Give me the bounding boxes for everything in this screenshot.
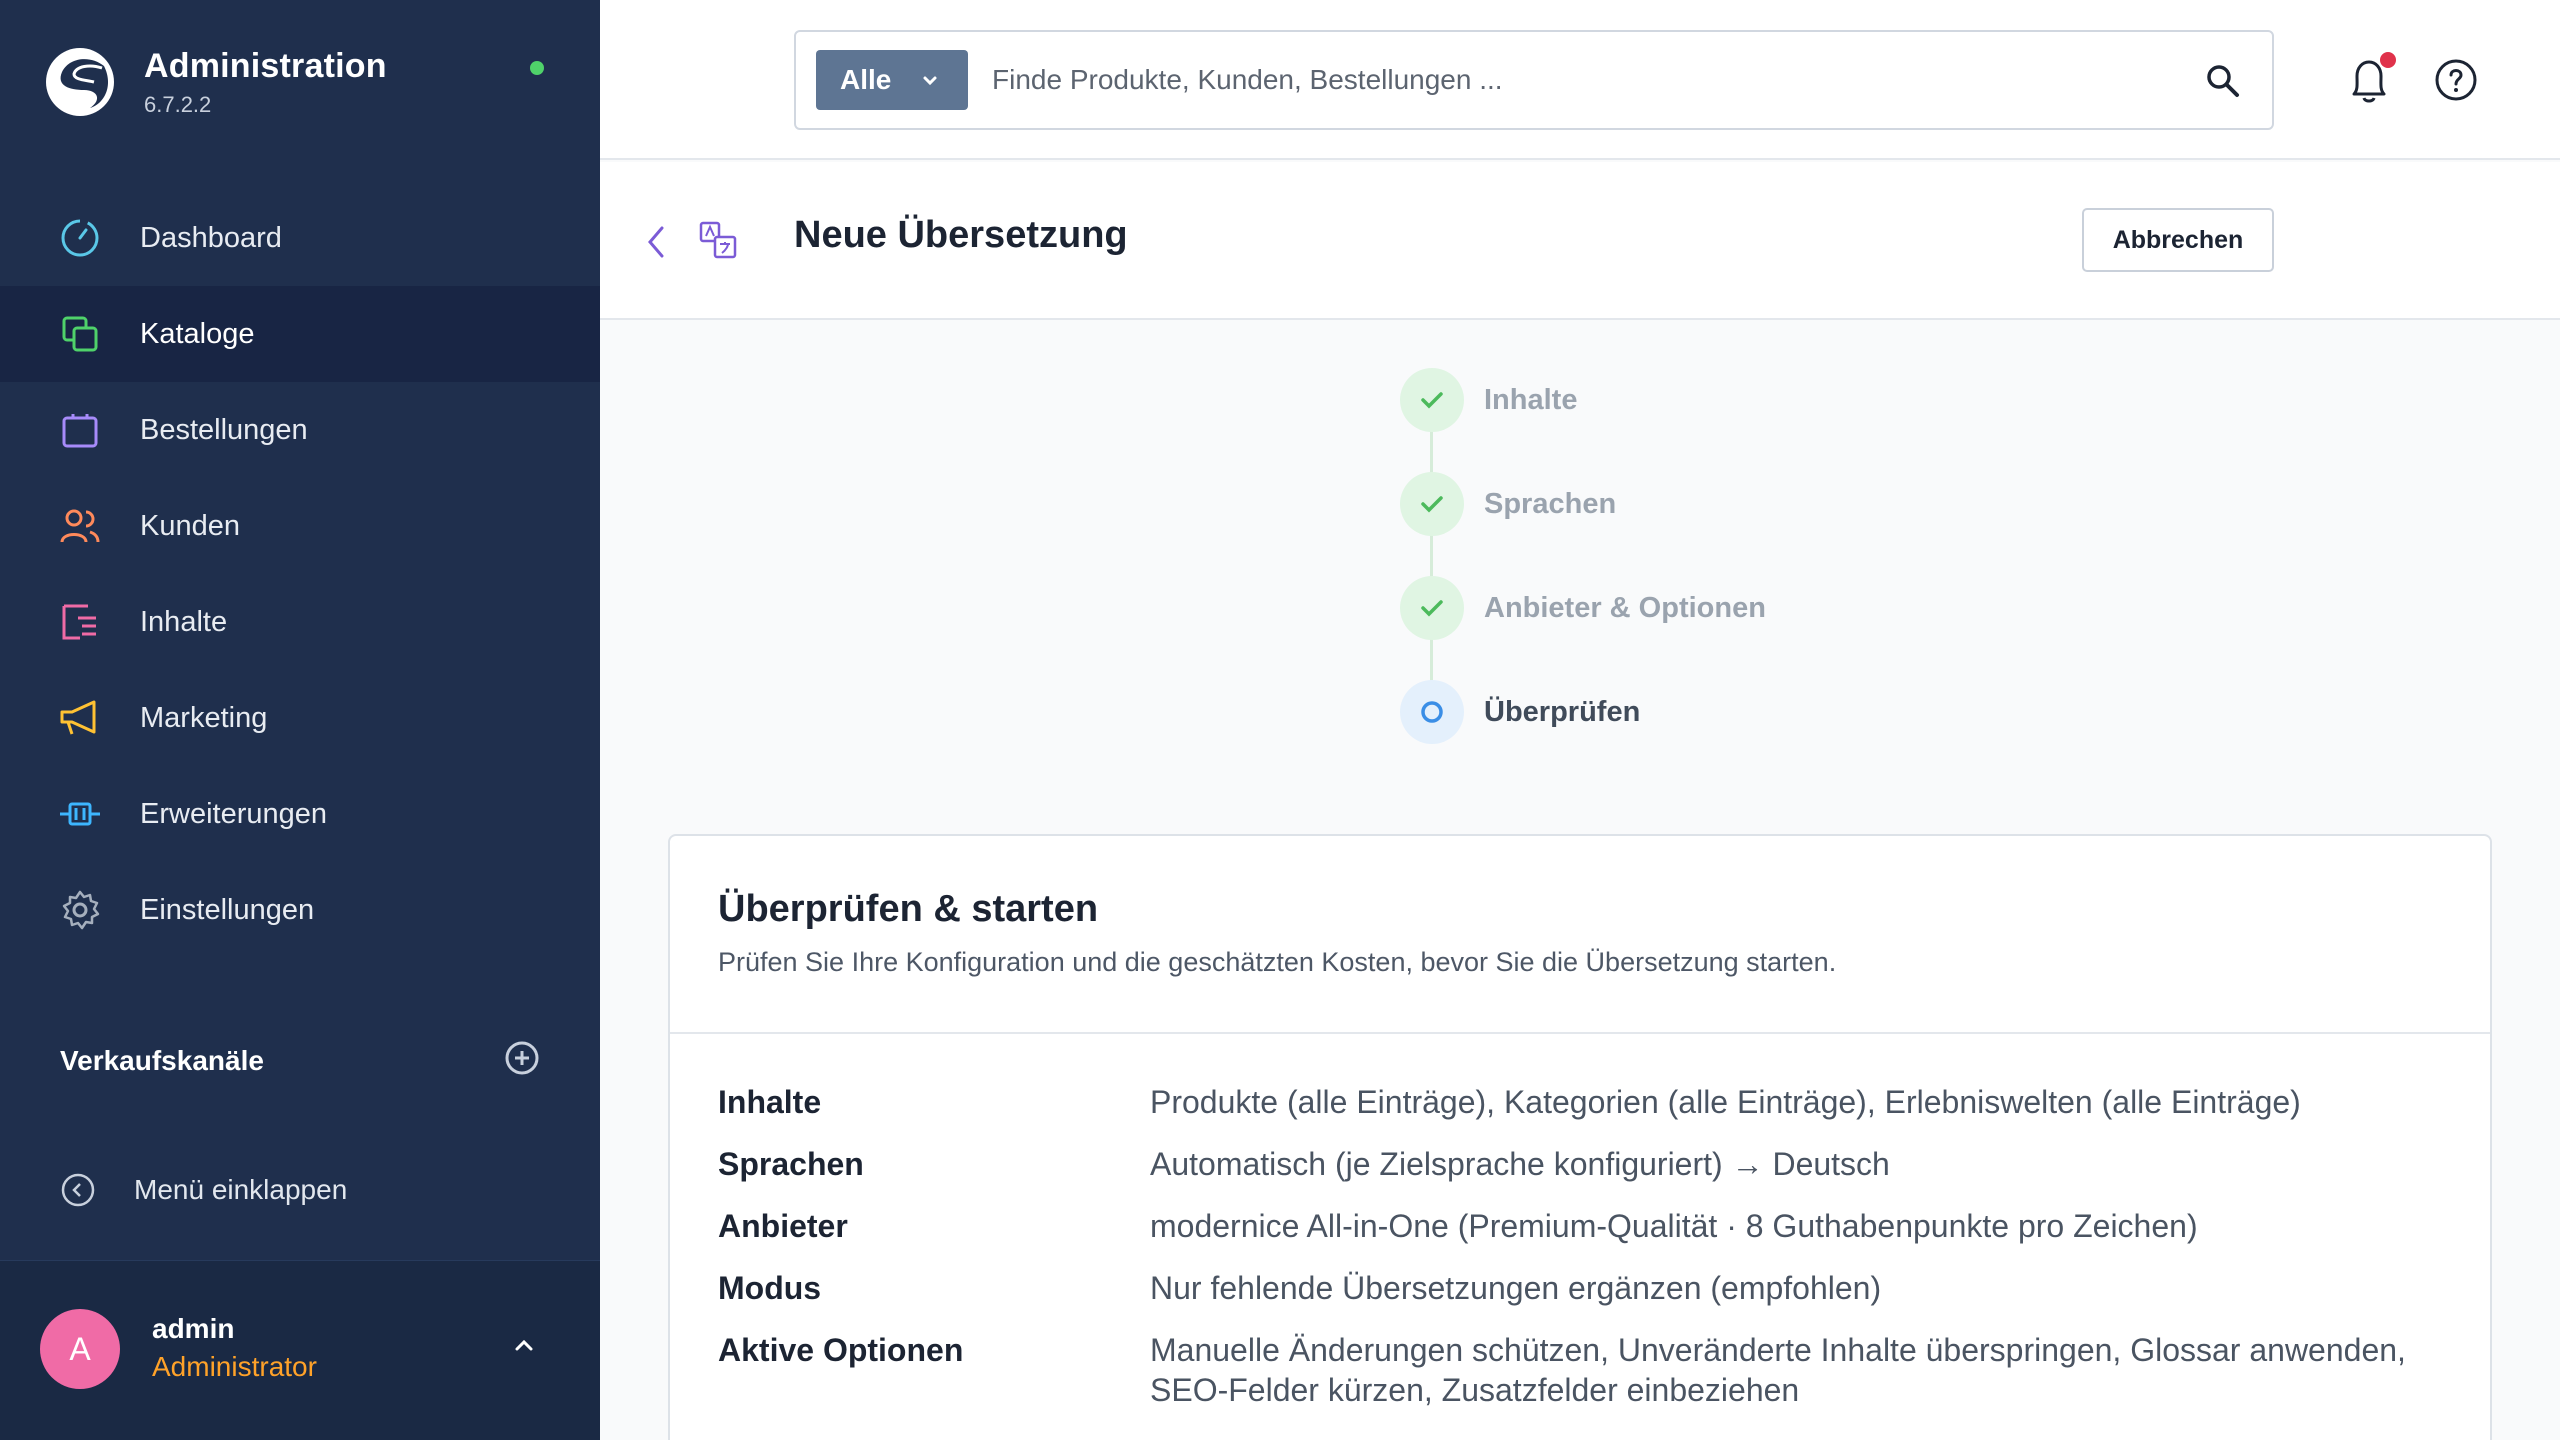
- customers-icon: [58, 504, 102, 548]
- settings-icon: [58, 888, 102, 932]
- user-name: admin: [152, 1313, 235, 1344]
- summary-key: Sprachen: [718, 1146, 864, 1182]
- summary-value: modernice All-in-One (Premium-Qualität ·…: [1150, 1208, 2198, 1244]
- checkmark-icon: [1421, 600, 1443, 617]
- step-label: Überprüfen: [1484, 695, 1641, 728]
- summary-key: Aktive Optionen: [718, 1332, 964, 1368]
- sales-channels-header: Verkaufskanäle: [60, 1040, 540, 1081]
- top-bar: Alle: [600, 0, 2560, 160]
- nav-item-dashboard[interactable]: Dashboard: [0, 190, 600, 286]
- translate-icon: [699, 221, 737, 259]
- summary-row: Modus Nur fehlende Übersetzungen ergänze…: [718, 1268, 2458, 1308]
- avatar: A: [40, 1309, 120, 1389]
- main-nav: Dashboard Kataloge Bestellungen Kunden I…: [0, 190, 600, 958]
- step-done-marker: [1400, 576, 1464, 640]
- notification-badge: [2380, 52, 2396, 68]
- search-icon[interactable]: [2204, 62, 2242, 100]
- nav-item-catalogs[interactable]: Kataloge: [0, 286, 600, 382]
- brand[interactable]: Administration 6.7.2.2: [44, 46, 387, 118]
- nav-label: Einstellungen: [140, 893, 315, 926]
- summary-row: Inhalte Produkte (alle Einträge), Katego…: [718, 1082, 2458, 1122]
- extensions-icon: [58, 792, 102, 836]
- nav-item-marketing[interactable]: Marketing: [0, 670, 600, 766]
- sales-channels-label: Verkaufskanäle: [60, 1044, 264, 1076]
- search-scope-dropdown[interactable]: Alle: [816, 50, 968, 110]
- summary-row: Anbieter modernice All-in-One (Premium-Q…: [718, 1206, 2458, 1246]
- checkmark-icon: [1421, 496, 1443, 513]
- status-indicator: [530, 61, 544, 75]
- summary-row: Aktive Optionen Manuelle Änderungen schü…: [718, 1330, 2458, 1410]
- plus-circle-icon: [505, 1041, 539, 1075]
- collapse-menu-label: Menü einklappen: [134, 1174, 348, 1205]
- help-icon[interactable]: [2434, 58, 2478, 102]
- chevron-left-circle-icon: [61, 1173, 95, 1207]
- step-provider-options[interactable]: Anbieter & Optionen: [1400, 576, 1766, 640]
- summary-row: Sprachen Automatisch (je Zielsprache kon…: [718, 1144, 2458, 1184]
- nav-item-orders[interactable]: Bestellungen: [0, 382, 600, 478]
- nav-label: Inhalte: [140, 605, 228, 638]
- chevron-up-icon[interactable]: [508, 1329, 540, 1361]
- review-title: Überprüfen & starten: [718, 888, 1099, 930]
- search-input[interactable]: [992, 52, 2152, 108]
- nav-label: Kunden: [140, 509, 240, 542]
- orders-icon: [58, 408, 102, 452]
- page-header: Neue Übersetzung Abbrechen: [600, 162, 2560, 320]
- review-subtitle: Prüfen Sie Ihre Konfiguration und die ge…: [718, 947, 1837, 977]
- shopware-logo-icon: [46, 48, 114, 116]
- review-card-header: Überprüfen & starten Prüfen Sie Ihre Kon…: [670, 836, 2490, 1034]
- user-role: Administrator: [152, 1351, 317, 1382]
- brand-title: Administration: [144, 46, 387, 85]
- cancel-button[interactable]: Abbrechen: [2082, 208, 2274, 272]
- page-title: Neue Übersetzung: [794, 214, 1128, 256]
- nav-label: Dashboard: [140, 221, 282, 254]
- step-languages[interactable]: Sprachen: [1400, 472, 1616, 536]
- add-sales-channel-button[interactable]: [504, 1040, 540, 1081]
- dashboard-icon: [58, 216, 102, 260]
- chevron-down-icon: [923, 76, 937, 86]
- step-current-marker: [1400, 680, 1464, 744]
- marketing-icon: [58, 696, 102, 740]
- step-label: Anbieter & Optionen: [1484, 591, 1766, 624]
- content-icon: [58, 600, 102, 644]
- summary-value: Nur fehlende Übersetzungen ergänzen (emp…: [1150, 1270, 1882, 1306]
- brand-version: 6.7.2.2: [144, 91, 212, 117]
- sidebar: Administration 6.7.2.2 Dashboard Katalog…: [0, 0, 600, 1440]
- step-done-marker: [1400, 472, 1464, 536]
- nav-item-settings[interactable]: Einstellungen: [0, 862, 600, 958]
- step-contents[interactable]: Inhalte: [1400, 368, 1577, 432]
- user-menu[interactable]: A admin Administrator: [0, 1260, 600, 1440]
- step-label: Sprachen: [1484, 487, 1617, 520]
- nav-item-content[interactable]: Inhalte: [0, 574, 600, 670]
- summary-value: Automatisch (je Zielsprache konfiguriert…: [1150, 1146, 1890, 1182]
- search-scope-label: Alle: [840, 64, 892, 95]
- step-done-marker: [1400, 368, 1464, 432]
- catalog-icon: [58, 312, 102, 356]
- summary-key: Inhalte: [718, 1084, 822, 1120]
- nav-label: Kataloge: [140, 317, 255, 350]
- back-arrow-icon[interactable]: [644, 222, 668, 262]
- collapse-menu-button[interactable]: Menü einklappen: [60, 1172, 347, 1208]
- summary-value: Manuelle Änderungen schützen, Unveränder…: [1150, 1332, 2406, 1408]
- checkmark-icon: [1421, 392, 1443, 409]
- nav-label: Erweiterungen: [140, 797, 327, 830]
- step-review[interactable]: Überprüfen: [1400, 680, 1640, 744]
- circle-icon: [1421, 701, 1443, 723]
- nav-item-customers[interactable]: Kunden: [0, 478, 600, 574]
- summary-key: Anbieter: [718, 1208, 848, 1244]
- review-summary: Inhalte Produkte (alle Einträge), Katego…: [718, 1082, 2458, 1432]
- summary-value: Produkte (alle Einträge), Kategorien (al…: [1150, 1084, 2301, 1120]
- nav-item-extensions[interactable]: Erweiterungen: [0, 766, 600, 862]
- global-search: Alle: [794, 30, 2274, 130]
- nav-label: Bestellungen: [140, 413, 308, 446]
- summary-key: Modus: [718, 1270, 822, 1306]
- step-label: Inhalte: [1484, 383, 1578, 416]
- nav-label: Marketing: [140, 701, 268, 734]
- review-card: Überprüfen & starten Prüfen Sie Ihre Kon…: [668, 834, 2492, 1440]
